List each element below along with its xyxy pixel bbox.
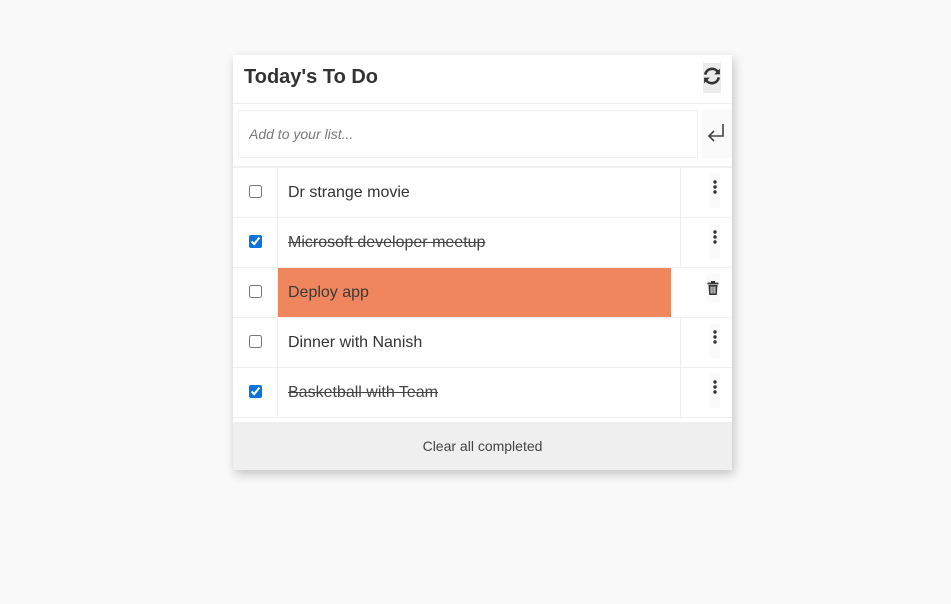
more-vertical-icon — [713, 330, 717, 344]
todo-checkbox[interactable] — [249, 185, 262, 198]
todo-header: Today's To Do — [233, 55, 732, 104]
add-todo-form — [233, 104, 732, 168]
todo-text[interactable]: Deploy app — [278, 268, 671, 317]
enter-icon — [707, 124, 724, 142]
todo-item: Microsoft developer meetup — [233, 218, 732, 268]
todo-footer: Clear all completed — [233, 422, 732, 470]
todo-checkbox-cell — [233, 368, 278, 417]
todo-delete-button[interactable] — [706, 274, 720, 302]
todo-item: Dr strange movie — [233, 168, 732, 218]
todo-text[interactable]: Dinner with Nanish — [278, 318, 681, 367]
todo-menu-button[interactable] — [710, 224, 720, 258]
todo-text[interactable]: Basketball with Team — [278, 368, 681, 417]
more-vertical-icon — [713, 230, 717, 244]
add-todo-input[interactable] — [238, 110, 698, 158]
page-title: Today's To Do — [244, 66, 379, 88]
todo-checkbox[interactable] — [249, 285, 262, 298]
refresh-icon — [703, 67, 721, 85]
more-vertical-icon — [713, 180, 717, 194]
trash-icon — [707, 281, 719, 295]
todo-checkbox[interactable] — [249, 335, 262, 348]
todo-item: Basketball with Team — [233, 368, 732, 418]
todo-list: Dr strange movie Microsoft developer mee… — [233, 168, 732, 418]
todo-checkbox-cell — [233, 218, 278, 267]
add-todo-submit-button[interactable] — [702, 110, 732, 158]
refresh-button[interactable] — [703, 63, 721, 93]
more-vertical-icon — [713, 380, 717, 394]
todo-checkbox-cell — [233, 168, 278, 217]
todo-text[interactable]: Dr strange movie — [278, 168, 681, 217]
todo-item: Dinner with Nanish — [233, 318, 732, 368]
todo-checkbox[interactable] — [249, 235, 262, 248]
todo-checkbox[interactable] — [249, 385, 262, 398]
clear-completed-button[interactable]: Clear all completed — [233, 422, 732, 470]
todo-card: Today's To Do Dr strange movie — [233, 55, 732, 470]
todo-menu-button[interactable] — [710, 324, 720, 358]
todo-checkbox-cell — [233, 318, 278, 367]
todo-checkbox-cell — [233, 268, 278, 317]
todo-item: Deploy app — [233, 268, 732, 318]
todo-menu-button[interactable] — [710, 174, 720, 208]
todo-menu-button[interactable] — [710, 374, 720, 408]
todo-text[interactable]: Microsoft developer meetup — [278, 218, 681, 267]
